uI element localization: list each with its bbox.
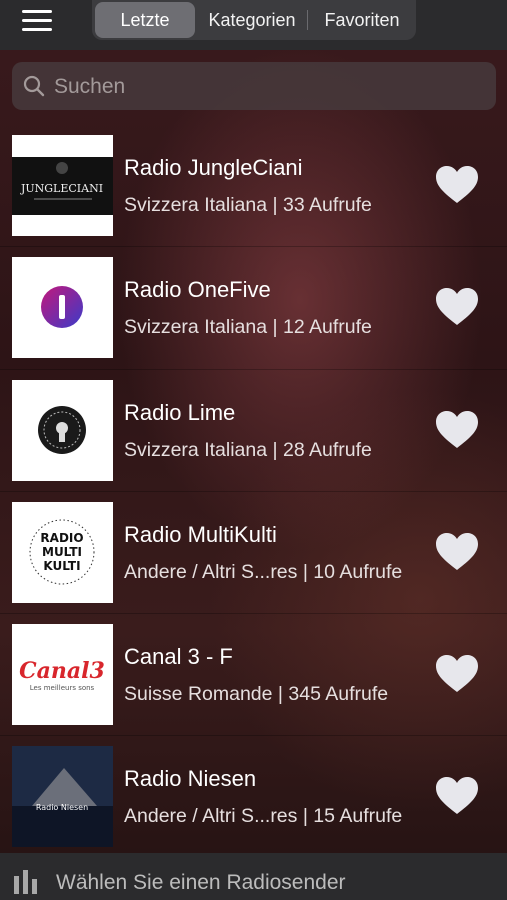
station-subtitle: Andere / Altri S...res | 15 Aufrufe	[124, 805, 403, 828]
player-label: Wählen Sie einen Radiosender	[56, 871, 346, 894]
station-subtitle: Svizzera Italiana | 33 Aufrufe	[124, 194, 372, 216]
tab-favoriten[interactable]: Favoriten	[310, 2, 414, 38]
radio-lime-logo	[12, 379, 113, 481]
station-subtitle: Svizzera Italiana | 12 Aufrufe	[124, 316, 372, 339]
canal3-logo-text: Canal3	[19, 658, 105, 684]
station-title: Radio Lime	[124, 399, 236, 425]
canal3-logo-tagline: Les meilleurs sons	[30, 684, 95, 692]
station-subtitle: Suisse Romande | 345 Aufrufe	[124, 683, 389, 706]
tab-letzte[interactable]: Letzte	[95, 2, 195, 38]
station-subtitle: Andere / Altri S...res | 10 Aufrufe	[124, 560, 403, 583]
search-icon	[23, 75, 45, 97]
tab-kategorien[interactable]: Kategorien	[198, 2, 306, 38]
multikulti-logo-line-1: RADIO	[40, 531, 83, 545]
station-title: Canal 3 - F	[124, 644, 233, 670]
search-input[interactable]	[52, 62, 486, 112]
station-row-jungleciani[interactable]: JUNGLECIANI Radio JungleCiani Svizzera I…	[0, 125, 507, 248]
jungleciani-logo: JUNGLECIANI	[12, 135, 113, 236]
segmented-control: Letzte Kategorien Favoriten	[92, 0, 416, 40]
niesen-logo: Radio Niesen	[12, 746, 113, 848]
station-title: Radio MultiKulti	[124, 521, 277, 547]
jungleciani-logo-text: JUNGLECIANI	[20, 182, 103, 195]
heart-icon[interactable]	[436, 655, 478, 693]
equalizer-icon	[14, 870, 37, 894]
station-row-multikulti[interactable]: RADIO MULTI KULTI Radio MultiKulti Ander…	[0, 492, 507, 615]
heart-icon[interactable]	[436, 166, 478, 204]
multikulti-logo-line-2: MULTI	[42, 545, 82, 559]
station-title: Radio JungleCiani	[124, 155, 303, 180]
station-row-onefive[interactable]: Radio OneFive Svizzera Italiana | 12 Auf…	[0, 247, 507, 370]
heart-icon[interactable]	[436, 410, 478, 449]
heart-icon[interactable]	[436, 288, 478, 326]
multikulti-logo-line-3: KULTI	[43, 559, 80, 573]
onefive-logo	[12, 257, 113, 359]
top-bar: Letzte Kategorien Favoriten	[0, 0, 507, 50]
station-subtitle: Svizzera Italiana | 28 Aufrufe	[124, 438, 372, 461]
station-title: Radio OneFive	[124, 277, 271, 303]
multikulti-logo: RADIO MULTI KULTI	[12, 501, 113, 603]
heart-icon[interactable]	[436, 532, 478, 571]
station-row-lime[interactable]: Radio Lime Svizzera Italiana | 28 Aufruf…	[0, 370, 507, 492]
player-bar[interactable]: Wählen Sie einen Radiosender	[0, 853, 507, 900]
tab-divider	[307, 10, 308, 30]
heart-icon[interactable]	[436, 777, 478, 815]
station-list: JUNGLECIANI Radio JungleCiani Svizzera I…	[0, 125, 507, 859]
station-row-niesen[interactable]: Radio Niesen Radio Niesen Andere / Altri…	[0, 736, 507, 859]
hamburger-menu-icon[interactable]	[22, 8, 54, 32]
search-bar	[12, 62, 496, 112]
station-row-canal3[interactable]: Canal3 Les meilleurs sons Canal 3 - F Su…	[0, 614, 507, 737]
station-title: Radio Niesen	[124, 766, 257, 792]
canal3-logo: Canal3 Les meilleurs sons	[12, 624, 113, 726]
niesen-logo-text: Radio Niesen	[36, 803, 88, 812]
